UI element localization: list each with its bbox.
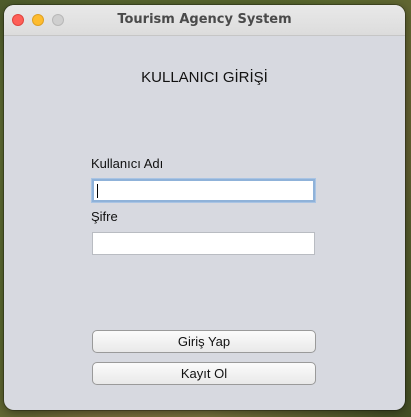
page-title: KULLANICI GİRİŞİ xyxy=(141,69,268,86)
title-bar[interactable]: Tourism Agency System xyxy=(4,5,405,36)
username-label: Kullanıcı Adı xyxy=(91,156,164,171)
text-caret xyxy=(97,184,98,198)
window-title: Tourism Agency System xyxy=(117,12,292,27)
password-label: Şifre xyxy=(91,209,118,224)
app-window: Tourism Agency System KULLANICI GİRİŞİ K… xyxy=(4,5,405,410)
password-field[interactable] xyxy=(92,232,315,255)
register-button[interactable]: Kayıt Ol xyxy=(92,362,316,385)
username-field[interactable] xyxy=(92,179,315,202)
login-button[interactable]: Giriş Yap xyxy=(92,330,316,353)
